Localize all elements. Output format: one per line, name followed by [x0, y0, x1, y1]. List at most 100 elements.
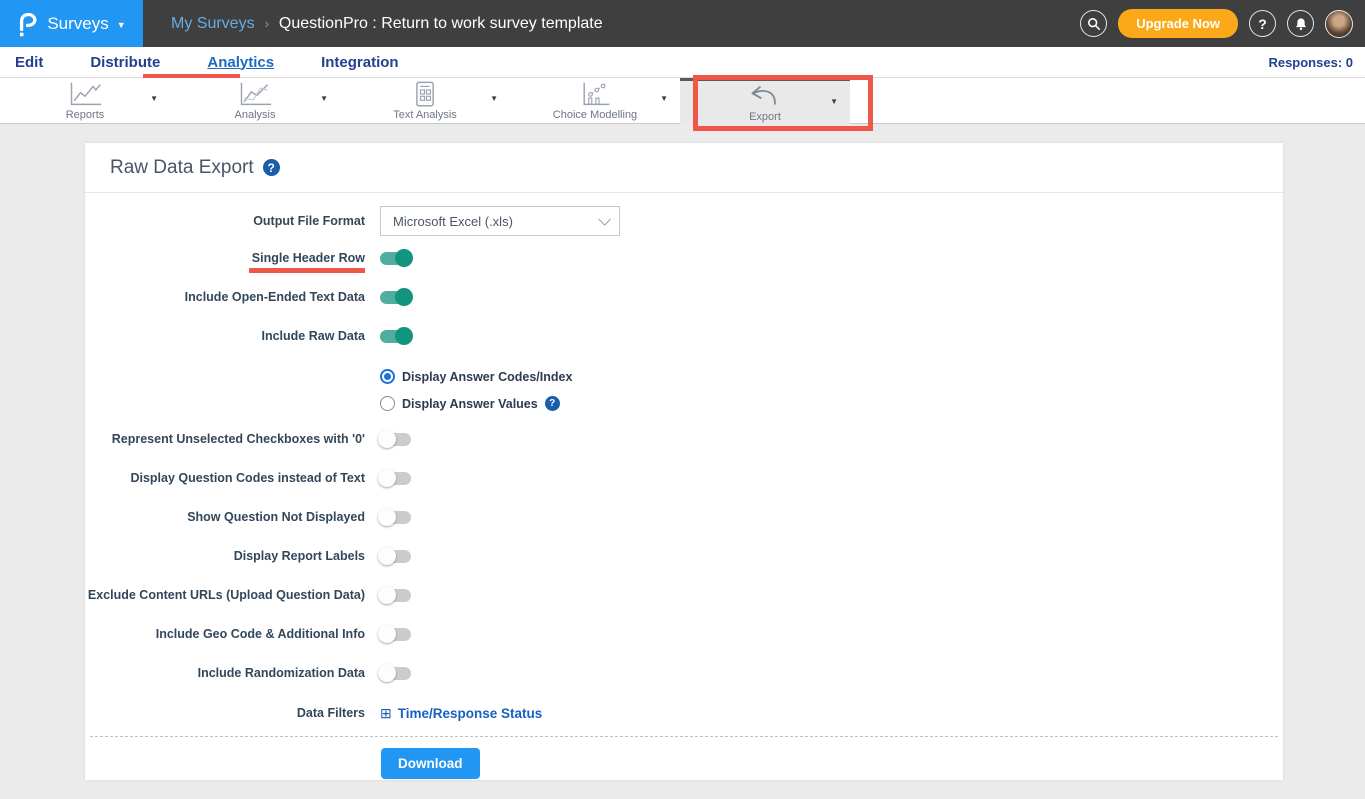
- toolbar-label: Reports: [66, 109, 105, 121]
- raw-data-export-help-icon[interactable]: ?: [263, 159, 280, 176]
- responses-count: Responses: 0: [1268, 55, 1353, 70]
- toggle-knob: [378, 430, 396, 448]
- toggle-knob: [395, 327, 413, 345]
- question-not-displayed-row: Show Question Not Displayed: [85, 507, 1283, 527]
- breadcrumb-separator: ›: [265, 16, 269, 31]
- export-arrow-icon: [745, 83, 785, 110]
- time-response-status-link[interactable]: ⊞ Time/Response Status: [380, 706, 542, 721]
- toggle-knob: [378, 508, 396, 526]
- report-labels-toggle[interactable]: [380, 550, 411, 563]
- include-open-ended-toggle[interactable]: [380, 291, 411, 304]
- geo-code-row: Include Geo Code & Additional Info: [85, 624, 1283, 644]
- toggle-knob: [378, 586, 396, 604]
- dropdown-caret-icon[interactable]: ▼: [830, 97, 838, 106]
- select-value: Microsoft Excel (.xls): [393, 214, 513, 229]
- randomization-data-row: Include Randomization Data: [85, 663, 1283, 683]
- breadcrumb-current-survey: QuestionPro : Return to work survey temp…: [279, 15, 603, 33]
- display-answer-codes-label: Display Answer Codes/Index: [402, 370, 572, 384]
- tab-integration[interactable]: Integration: [321, 54, 399, 71]
- include-raw-data-toggle[interactable]: [380, 330, 411, 343]
- choice-modelling-chart-icon: [575, 81, 615, 108]
- top-bar: Surveys ▼ My Surveys › QuestionPro : Ret…: [0, 0, 1365, 47]
- display-answer-values-row: Display Answer Values ?: [380, 392, 1283, 415]
- breadcrumb: My Surveys › QuestionPro : Return to wor…: [171, 15, 603, 33]
- bell-icon: [1294, 17, 1308, 31]
- page-title: Raw Data Export: [110, 157, 254, 179]
- data-filters-row: Data Filters ⊞ Time/Response Status: [85, 702, 1283, 724]
- toggle-knob: [378, 547, 396, 565]
- tab-distribute[interactable]: Distribute: [90, 54, 160, 71]
- dropdown-caret-icon[interactable]: ▼: [490, 94, 498, 103]
- display-answer-codes-row: Display Answer Codes/Index: [380, 365, 1283, 388]
- survey-nav-tabs: Edit Distribute Analytics Integration Re…: [0, 47, 1365, 78]
- single-header-row-row: Single Header Row: [85, 248, 1283, 268]
- toolbar-item-text-analysis[interactable]: Text Analysis ▼: [340, 78, 510, 124]
- include-raw-data-label: Include Raw Data: [85, 329, 365, 343]
- randomization-data-toggle[interactable]: [380, 667, 411, 680]
- toggle-knob: [378, 469, 396, 487]
- toolbar-item-analysis[interactable]: Analysis ▼: [170, 78, 340, 124]
- content-area: Raw Data Export ? Output File Format Mic…: [0, 124, 1365, 799]
- export-options-form: Output File Format Microsoft Excel (.xls…: [85, 193, 1283, 779]
- panel-header: Raw Data Export ?: [85, 143, 1283, 193]
- chevron-down-icon: ▼: [117, 20, 126, 30]
- question-codes-label: Display Question Codes instead of Text: [85, 471, 365, 485]
- time-response-status-label: Time/Response Status: [398, 706, 543, 721]
- unselected-checkboxes-toggle[interactable]: [380, 433, 411, 446]
- toolbar-item-export[interactable]: Export ▼: [680, 78, 850, 124]
- display-answer-values-label: Display Answer Values: [402, 397, 538, 411]
- toggle-knob: [395, 249, 413, 267]
- dropdown-caret-icon[interactable]: ▼: [660, 94, 668, 103]
- report-labels-label: Display Report Labels: [85, 549, 365, 563]
- geo-code-toggle[interactable]: [380, 628, 411, 641]
- toolbar-label: Choice Modelling: [553, 109, 637, 121]
- question-not-displayed-toggle[interactable]: [380, 511, 411, 524]
- help-button[interactable]: ?: [1249, 10, 1276, 37]
- raw-data-export-panel: Raw Data Export ? Output File Format Mic…: [85, 143, 1283, 780]
- exclude-content-urls-label: Exclude Content URLs (Upload Question Da…: [85, 588, 365, 602]
- unselected-checkboxes-label: Represent Unselected Checkboxes with '0': [85, 432, 365, 446]
- dropdown-caret-icon[interactable]: ▼: [150, 94, 158, 103]
- breadcrumb-my-surveys[interactable]: My Surveys: [171, 15, 255, 33]
- reports-line-chart-icon: [65, 81, 105, 108]
- toolbar-item-reports[interactable]: Reports ▼: [0, 78, 170, 124]
- display-answer-values-radio[interactable]: [380, 396, 395, 411]
- tab-edit[interactable]: Edit: [15, 54, 43, 71]
- exclude-content-urls-row: Exclude Content URLs (Upload Question Da…: [85, 585, 1283, 605]
- expand-plus-icon: ⊞: [380, 706, 392, 720]
- display-answer-codes-radio[interactable]: [380, 369, 395, 384]
- include-raw-data-row: Include Raw Data: [85, 326, 1283, 346]
- toolbar-label: Analysis: [235, 109, 276, 121]
- user-avatar[interactable]: [1325, 10, 1353, 38]
- include-open-ended-label: Include Open-Ended Text Data: [85, 290, 365, 304]
- randomization-data-label: Include Randomization Data: [85, 666, 365, 680]
- question-not-displayed-label: Show Question Not Displayed: [85, 510, 365, 524]
- annotation-single-header-underline: [249, 268, 365, 273]
- toolbar-label: Text Analysis: [393, 109, 457, 121]
- search-button[interactable]: [1080, 10, 1107, 37]
- notifications-button[interactable]: [1287, 10, 1314, 37]
- single-header-row-toggle[interactable]: [380, 252, 411, 265]
- geo-code-label: Include Geo Code & Additional Info: [85, 627, 365, 641]
- report-labels-row: Display Report Labels: [85, 546, 1283, 566]
- toolbar-label: Export: [749, 111, 781, 123]
- analytics-toolbar: Reports ▼ Analysis ▼ Text Analysis: [0, 78, 1365, 124]
- analysis-chart-icon: [235, 81, 275, 108]
- unselected-checkboxes-row: Represent Unselected Checkboxes with '0': [85, 429, 1283, 449]
- display-answer-values-help-icon[interactable]: ?: [545, 396, 560, 411]
- questionpro-logo-icon: [17, 9, 39, 39]
- surveys-menu-button[interactable]: Surveys ▼: [0, 0, 143, 47]
- toolbar-item-choice-modelling[interactable]: Choice Modelling ▼: [510, 78, 680, 124]
- dropdown-caret-icon[interactable]: ▼: [320, 94, 328, 103]
- question-codes-toggle[interactable]: [380, 472, 411, 485]
- download-row: Download: [85, 737, 1283, 779]
- download-button[interactable]: Download: [381, 748, 480, 779]
- data-filters-label: Data Filters: [85, 706, 365, 720]
- tab-analytics[interactable]: Analytics: [207, 54, 274, 71]
- upgrade-now-button[interactable]: Upgrade Now: [1118, 9, 1238, 38]
- toggle-knob: [395, 288, 413, 306]
- exclude-content-urls-toggle[interactable]: [380, 589, 411, 602]
- output-file-format-select[interactable]: Microsoft Excel (.xls): [380, 206, 620, 236]
- question-codes-row: Display Question Codes instead of Text: [85, 468, 1283, 488]
- output-file-format-label: Output File Format: [85, 214, 365, 228]
